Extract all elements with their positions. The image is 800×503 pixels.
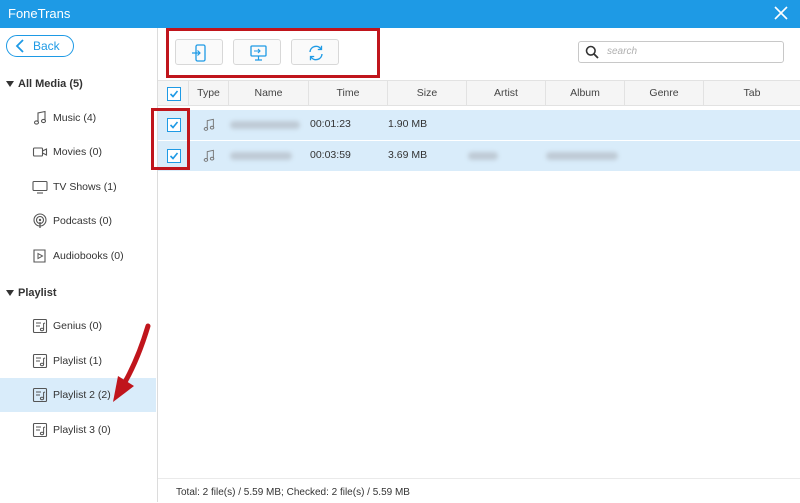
column-size[interactable]: Size [387, 81, 466, 105]
podcast-icon [33, 213, 47, 228]
close-icon[interactable] [772, 4, 790, 22]
audiobook-icon [33, 249, 46, 263]
sidebar-item-tv-shows[interactable]: TV Shows (1) [0, 170, 156, 204]
search-box[interactable]: search [578, 41, 784, 63]
playlist-icon [32, 422, 48, 438]
sidebar-item-label: Playlist (1) [53, 355, 103, 367]
sidebar-item-podcasts[interactable]: Podcasts (0) [0, 204, 156, 238]
sidebar-item-label: Audiobooks (0) [53, 250, 124, 262]
app-title: FoneTrans [8, 6, 71, 21]
movie-camera-icon [32, 147, 48, 157]
table-header: Type Name Time Size Artist Album Genre T… [158, 80, 800, 106]
blurred-artist [468, 152, 498, 160]
cell-time: 00:03:59 [310, 149, 351, 161]
column-artist[interactable]: Artist [466, 81, 545, 105]
collapse-triangle-icon [6, 81, 14, 88]
cell-size: 1.90 MB [388, 118, 428, 130]
sidebar-item-label: Movies (0) [53, 146, 103, 158]
cell-size: 3.69 MB [388, 149, 428, 161]
group-playlist[interactable]: Playlist [6, 287, 57, 299]
column-type[interactable]: Type [188, 81, 228, 105]
table-row[interactable]: 00:01:23 1.90 MB [158, 110, 800, 141]
sidebar-item-playlist-3[interactable]: Playlist 3 (0) [0, 413, 156, 447]
sidebar-item-label: Playlist 3 (0) [53, 424, 111, 436]
annotation-arrow [113, 323, 151, 402]
collapse-triangle-icon [6, 290, 14, 297]
playlist-icon [32, 353, 48, 369]
search-placeholder: search [607, 46, 638, 57]
playlist-icon [32, 318, 48, 334]
group-all-media[interactable]: All Media (5) [6, 78, 83, 90]
tv-icon [32, 180, 48, 194]
status-bar: Total: 2 file(s) / 5.59 MB; Checked: 2 f… [158, 478, 800, 503]
sidebar-item-audiobooks[interactable]: Audiobooks (0) [0, 239, 156, 273]
column-name[interactable]: Name [228, 81, 308, 105]
back-button[interactable]: Back [6, 35, 74, 57]
music-note-icon [203, 149, 215, 162]
table-row[interactable]: 00:03:59 3.69 MB [158, 141, 800, 172]
sidebar: Back All Media (5) Music (4) Movies (0) … [0, 28, 158, 502]
checkmark-icon [169, 90, 179, 98]
group-label: Playlist [18, 287, 57, 299]
annotation-checkbox-highlight [151, 108, 190, 170]
cell-time: 00:01:23 [310, 118, 351, 130]
back-label: Back [33, 39, 60, 53]
title-bar: FoneTrans [0, 0, 800, 28]
sidebar-item-label: Playlist 2 (2) [53, 389, 111, 401]
sidebar-item-label: Music (4) [53, 112, 97, 124]
column-tab[interactable]: Tab [703, 81, 800, 105]
column-album[interactable]: Album [545, 81, 624, 105]
group-label: All Media (5) [18, 78, 83, 90]
select-all-checkbox[interactable] [167, 87, 181, 101]
annotation-toolbar-highlight [166, 28, 380, 78]
playlist-icon [32, 387, 48, 403]
sidebar-item-label: TV Shows (1) [53, 181, 117, 193]
chevron-left-icon [15, 39, 24, 53]
sidebar-item-label: Genius (0) [53, 320, 103, 332]
sidebar-item-music[interactable]: Music (4) [0, 101, 156, 135]
blurred-album [546, 152, 618, 160]
search-icon [585, 45, 599, 59]
music-note-icon [33, 110, 47, 125]
column-genre[interactable]: Genre [624, 81, 703, 105]
music-note-icon [203, 118, 215, 131]
sidebar-item-movies[interactable]: Movies (0) [0, 135, 156, 169]
sidebar-item-label: Podcasts (0) [53, 215, 112, 227]
blurred-name [230, 121, 300, 129]
column-time[interactable]: Time [308, 81, 387, 105]
status-text: Total: 2 file(s) / 5.59 MB; Checked: 2 f… [176, 487, 410, 498]
blurred-name [230, 152, 292, 160]
